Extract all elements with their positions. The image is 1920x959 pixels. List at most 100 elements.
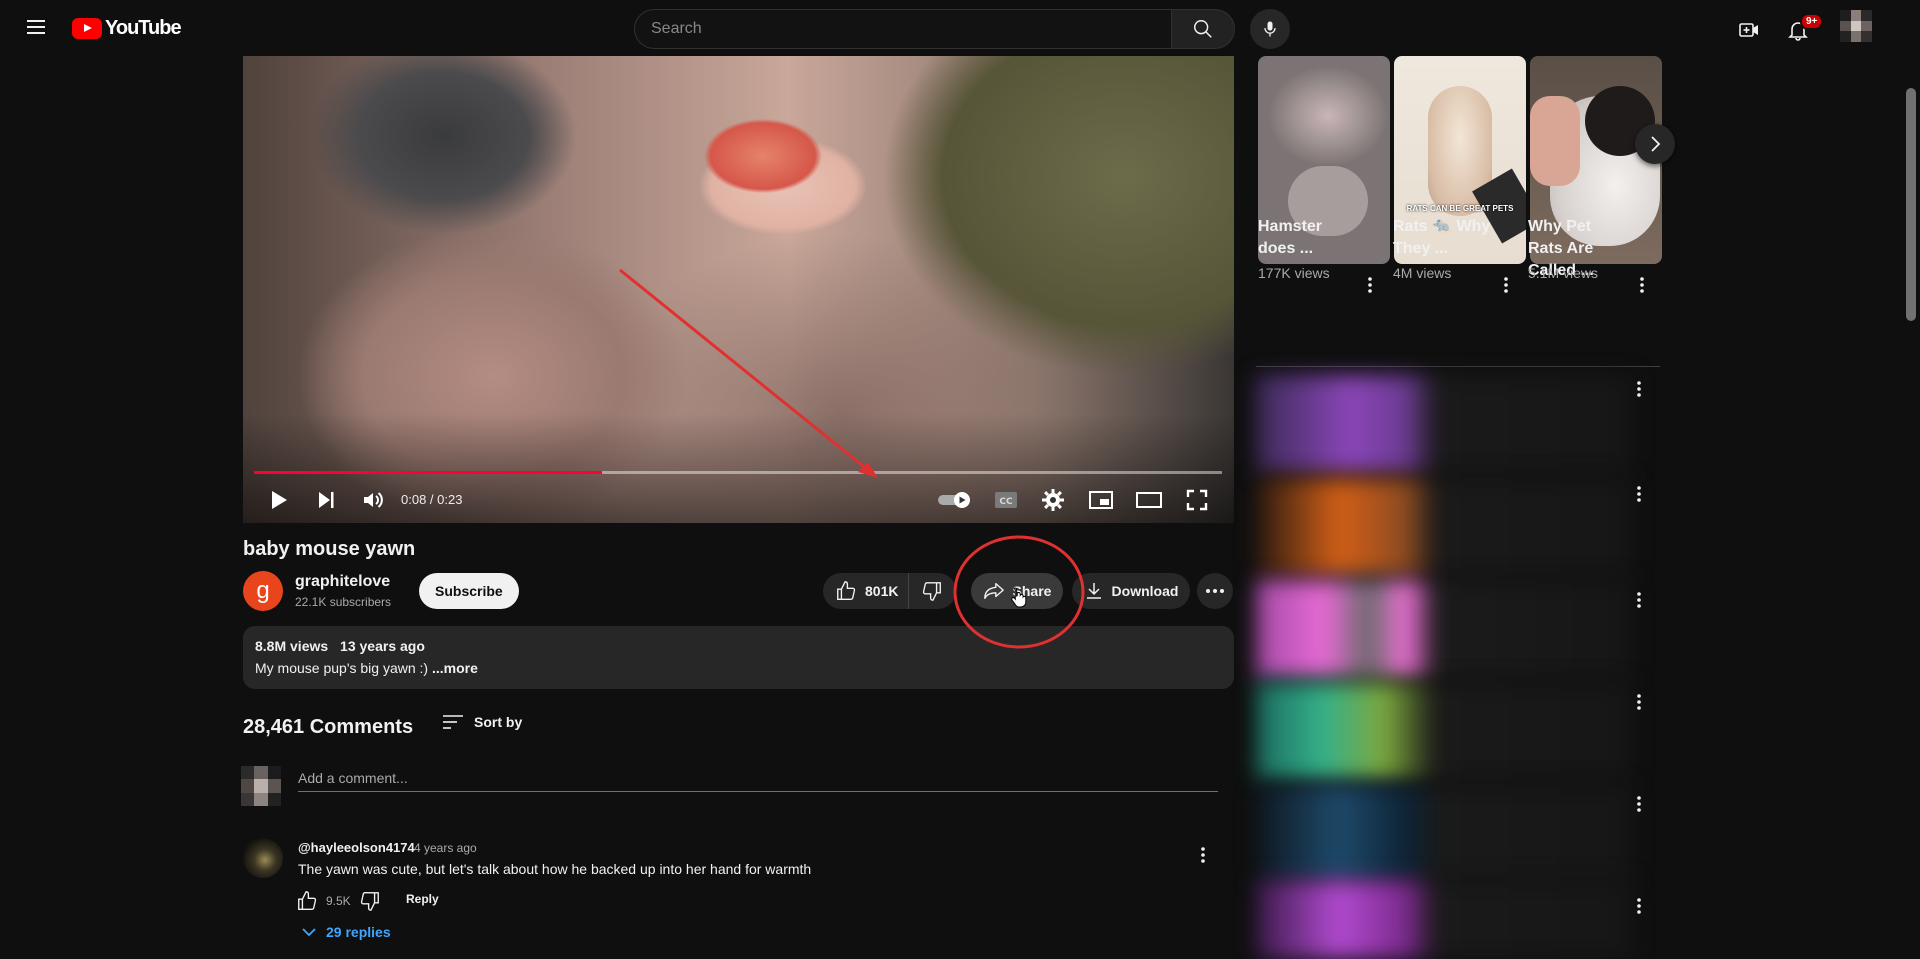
captions-button[interactable]: CC xyxy=(990,484,1022,516)
more-actions-button[interactable] xyxy=(1197,573,1233,609)
time-display: 0:08 / 0:23 xyxy=(401,492,463,507)
more-vertical-icon xyxy=(1637,592,1641,608)
progress-bar[interactable] xyxy=(254,471,1222,474)
next-button[interactable] xyxy=(310,484,342,516)
show-more-link[interactable]: ...more xyxy=(432,660,478,676)
youtube-play-icon xyxy=(72,18,102,39)
short-title-1[interactable]: Hamster does ... xyxy=(1258,216,1358,260)
create-button[interactable] xyxy=(1731,12,1767,48)
search-button[interactable] xyxy=(1171,9,1235,49)
chevron-down-icon xyxy=(302,928,316,937)
more-vertical-icon xyxy=(1637,694,1641,710)
create-video-icon xyxy=(1739,23,1758,37)
more-vertical-icon xyxy=(1637,898,1641,914)
more-vertical-icon xyxy=(1504,277,1508,293)
recommendation-menu-button[interactable] xyxy=(1636,795,1642,818)
description-body: My mouse pup's big yawn :) xyxy=(255,660,429,676)
description-text: My mouse pup's big yawn :) ...more xyxy=(255,660,1222,676)
subscriber-count: 22.1K subscribers xyxy=(295,595,392,609)
more-vertical-icon xyxy=(1637,381,1641,397)
comment-author[interactable]: @hayleeolson4174 xyxy=(298,840,415,855)
recommendation-item[interactable] xyxy=(1256,682,1632,780)
comment-text: The yawn was cute, but let's talk about … xyxy=(298,861,812,877)
comment-like-icon[interactable] xyxy=(296,890,318,912)
theater-mode-button[interactable] xyxy=(1133,484,1165,516)
recommendation-menu-button[interactable] xyxy=(1636,897,1642,920)
play-icon xyxy=(272,491,287,509)
recommendation-menu-button[interactable] xyxy=(1636,380,1642,403)
comment-time[interactable]: 4 years ago xyxy=(414,841,477,855)
replies-count: 29 replies xyxy=(326,924,391,940)
description-box[interactable]: 8.8M views 13 years ago My mouse pup's b… xyxy=(243,626,1234,689)
comment-actions: 9.5K xyxy=(296,890,381,912)
miniplayer-icon xyxy=(1089,491,1113,509)
more-vertical-icon xyxy=(1637,486,1641,502)
search-icon xyxy=(1194,20,1212,38)
miniplayer-button[interactable] xyxy=(1085,484,1117,516)
comment-dislike-icon[interactable] xyxy=(359,890,381,912)
like-count: 801K xyxy=(865,583,899,599)
view-replies-button[interactable]: 29 replies xyxy=(302,924,391,940)
more-vertical-icon xyxy=(1637,796,1641,812)
subscribe-button[interactable]: Subscribe xyxy=(419,573,519,609)
more-vertical-icon xyxy=(1201,847,1205,863)
short-views-1: 177K views xyxy=(1258,265,1330,281)
svg-text:CC: CC xyxy=(999,497,1013,507)
skip-next-icon xyxy=(319,492,334,508)
youtube-logo[interactable]: YouTube xyxy=(72,17,182,40)
add-comment-field[interactable] xyxy=(298,764,1218,792)
recommendation-item[interactable] xyxy=(1256,580,1632,678)
autoplay-toggle-icon xyxy=(938,492,970,508)
play-button[interactable] xyxy=(263,484,295,516)
upload-age: 13 years ago xyxy=(340,638,425,654)
video-player[interactable]: 0:08 / 0:23 CC xyxy=(243,56,1234,523)
comment-like-count: 9.5K xyxy=(326,894,351,908)
recommendation-menu-button[interactable] xyxy=(1636,693,1642,716)
share-icon xyxy=(983,582,1004,600)
short-menu-button-1[interactable] xyxy=(1367,276,1373,299)
shorts-next-button[interactable] xyxy=(1635,124,1675,164)
chevron-right-icon xyxy=(1651,136,1661,152)
short-overlay-text: RATS CAN BE GREAT PETS xyxy=(1406,204,1514,213)
gear-icon xyxy=(1042,489,1064,511)
like-dislike-group: 801K xyxy=(823,573,956,609)
progress-fill xyxy=(254,471,603,474)
comment-input[interactable] xyxy=(298,764,1218,791)
settings-button[interactable] xyxy=(1037,484,1069,516)
recommendation-item[interactable] xyxy=(1256,478,1632,576)
download-icon xyxy=(1086,583,1101,599)
autoplay-toggle[interactable] xyxy=(935,484,975,516)
recommendation-menu-button[interactable] xyxy=(1636,485,1642,508)
channel-name[interactable]: graphitelove xyxy=(295,573,390,591)
short-views-2: 4M views xyxy=(1393,265,1452,281)
recommendation-item[interactable] xyxy=(1256,880,1632,959)
voice-search-button[interactable] xyxy=(1250,9,1290,49)
page-scrollbar[interactable] xyxy=(1906,88,1916,321)
logo-text: YouTube xyxy=(105,17,182,39)
comment-menu-button[interactable] xyxy=(1200,846,1206,869)
download-button[interactable]: Download xyxy=(1072,573,1190,609)
short-menu-button-2[interactable] xyxy=(1503,276,1509,299)
more-vertical-icon xyxy=(1368,277,1372,293)
divider xyxy=(1256,366,1660,367)
recommendation-menu-button[interactable] xyxy=(1636,591,1642,614)
comment-author-avatar[interactable] xyxy=(243,838,283,878)
recommendation-item[interactable] xyxy=(1256,785,1632,883)
search-box xyxy=(634,9,1172,49)
fullscreen-button[interactable] xyxy=(1181,484,1213,516)
recommendation-item[interactable] xyxy=(1256,375,1632,473)
reply-button[interactable]: Reply xyxy=(406,892,439,906)
sort-by-button[interactable]: Sort by xyxy=(442,714,522,730)
channel-avatar[interactable]: g xyxy=(243,571,283,611)
more-vertical-icon xyxy=(1640,277,1644,293)
search-input[interactable] xyxy=(635,10,1171,48)
menu-icon[interactable] xyxy=(24,16,48,40)
short-title-2[interactable]: Rats 🐀 Why They ... xyxy=(1393,216,1493,260)
fullscreen-icon xyxy=(1186,489,1208,511)
short-menu-button-3[interactable] xyxy=(1639,276,1645,299)
mute-button[interactable] xyxy=(357,484,389,516)
dislike-button[interactable] xyxy=(909,573,955,609)
like-button[interactable]: 801K xyxy=(823,573,909,609)
video-meta: 8.8M views 13 years ago xyxy=(255,638,1222,654)
account-avatar[interactable] xyxy=(1840,10,1872,42)
